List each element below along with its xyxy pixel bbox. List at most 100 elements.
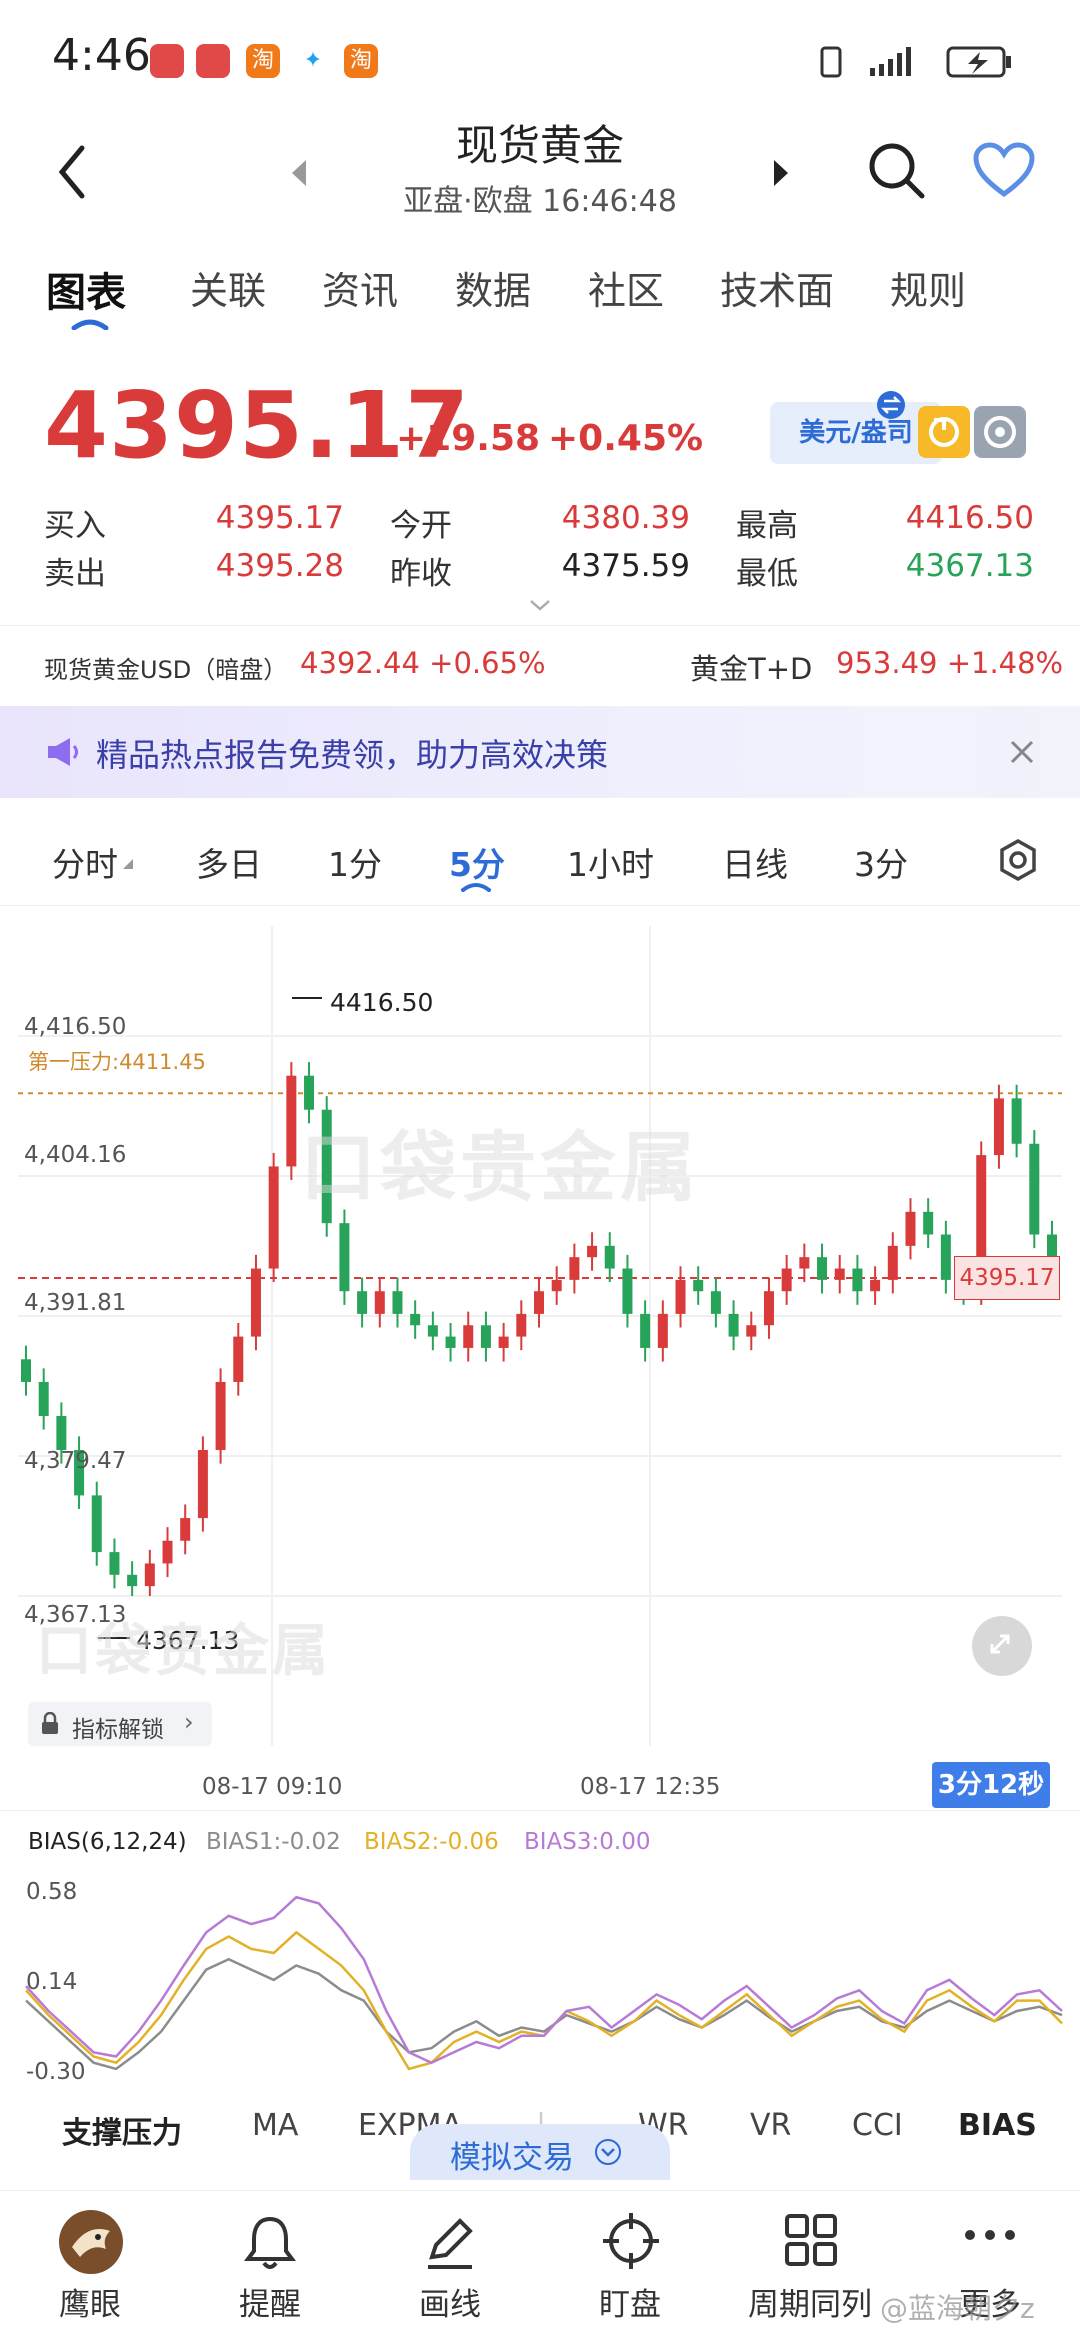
nav-draw-line[interactable]: 画线	[360, 2191, 540, 2331]
candle-body	[763, 1291, 774, 1326]
nav-alert[interactable]: 提醒	[180, 2191, 360, 2331]
taobao-icon: 淘	[246, 44, 280, 78]
candle-body	[640, 1313, 651, 1348]
candle-body	[534, 1291, 544, 1314]
search-icon[interactable]	[866, 140, 926, 200]
ind-tab-bias[interactable]: BIAS	[958, 2108, 1037, 2143]
candle-body	[463, 1325, 474, 1348]
expand-chevron-icon[interactable]	[528, 598, 552, 612]
dropdown-corner-icon	[123, 859, 133, 869]
ind-tab-cci[interactable]: CCI	[852, 2108, 903, 2143]
candle-body	[905, 1211, 916, 1246]
tab-community[interactable]: 社区	[588, 260, 664, 315]
countdown-badge: 3分12秒	[932, 1762, 1050, 1808]
period-3min[interactable]: 3分	[854, 838, 908, 886]
y-axis-label: 4,416.50	[24, 1014, 127, 1040]
taobao-icon: 淘	[344, 44, 378, 78]
candle-body	[268, 1166, 279, 1269]
prev-close-value: 4375.59	[561, 548, 690, 584]
candle-body	[728, 1313, 739, 1337]
bias2-line	[25, 1930, 1063, 2071]
tab-active-indicator	[71, 319, 109, 330]
y-axis-label: 4,404.16	[24, 1142, 127, 1168]
period-timeshare[interactable]: 分时	[52, 838, 118, 886]
candle-body	[180, 1518, 191, 1541]
sim-trade-button[interactable]: 模拟交易	[410, 2124, 670, 2180]
favorite-heart-icon[interactable]	[972, 142, 1036, 198]
tab-related[interactable]: 关联	[190, 260, 266, 315]
td-value: 953.49 +1.48%	[836, 646, 1064, 680]
bell-icon	[244, 2216, 296, 2269]
ask-label: 卖出	[44, 556, 106, 592]
period-daily[interactable]: 日线	[722, 838, 788, 886]
candle-body	[870, 1279, 881, 1292]
nav-watch[interactable]: 盯盘	[540, 2191, 720, 2331]
candle-body	[604, 1245, 615, 1269]
resistance-label: 第一压力:4411.45	[28, 1050, 206, 1074]
candle-body	[693, 1279, 704, 1292]
period-5min[interactable]: 5分	[449, 838, 505, 886]
nav-period-compare[interactable]: 周期同列	[720, 2191, 900, 2331]
candle-body	[675, 1279, 686, 1314]
candle-body	[109, 1552, 120, 1575]
candle-body	[374, 1291, 385, 1314]
candle-body	[304, 1075, 315, 1110]
tab-rules[interactable]: 规则	[890, 260, 966, 315]
dark-market-label: 现货黄金USD（暗盘）	[44, 656, 288, 684]
candle-body	[250, 1268, 261, 1337]
candle-body	[445, 1336, 456, 1348]
close-icon[interactable]	[1008, 738, 1036, 766]
high-label: 最高	[736, 508, 798, 544]
nav-eagle-eye[interactable]: 鹰眼	[0, 2191, 180, 2331]
high-value: 4416.50	[905, 500, 1034, 536]
nav-label: 周期同列	[748, 2287, 872, 2323]
candle-body	[427, 1325, 438, 1337]
candle-body	[144, 1563, 155, 1587]
refresh-icon[interactable]	[918, 406, 970, 458]
tab-technical[interactable]: 技术面	[720, 260, 834, 315]
next-item-icon[interactable]	[772, 158, 792, 188]
ind-tab-vr[interactable]: VR	[750, 2108, 791, 2143]
bias3-line	[25, 1895, 1063, 2065]
currency-unit-button[interactable]: 美元/盎司	[770, 402, 942, 464]
candle-body	[21, 1359, 31, 1382]
chart-settings-icon[interactable]	[996, 838, 1040, 882]
candle-body	[569, 1257, 580, 1280]
more-dots-icon	[965, 2230, 1015, 2240]
candle-body	[127, 1574, 138, 1587]
candle-body	[392, 1291, 403, 1314]
dark-market-value: 4392.44 +0.65%	[300, 646, 546, 680]
status-bar: 4:46 淘 ✦ 淘	[0, 0, 1080, 120]
promo-banner[interactable]: 精品热点报告免费领，助力高效决策	[0, 706, 1080, 798]
expand-icon	[990, 1634, 1010, 1654]
tab-data[interactable]: 数据	[455, 260, 531, 315]
candle-body	[940, 1234, 951, 1280]
dark-market-row[interactable]: 现货黄金USD（暗盘） 4392.44 +0.65% 黄金T+D 953.49 …	[0, 625, 1080, 705]
period-1min[interactable]: 1分	[328, 838, 382, 886]
candle-body	[197, 1450, 208, 1519]
period-1hour[interactable]: 1小时	[567, 838, 654, 886]
unlock-indicator-button[interactable]: 指标解锁 ›	[28, 1702, 212, 1746]
ind-tab-support[interactable]: 支撑压力	[62, 2108, 182, 2152]
target-icon[interactable]	[974, 406, 1026, 458]
candle-body	[993, 1098, 1004, 1156]
nav-label: 画线	[419, 2287, 481, 2323]
eagle-icon	[59, 2210, 123, 2274]
fullscreen-button[interactable]	[972, 1616, 1032, 1676]
period-multiday[interactable]: 多日	[196, 838, 262, 886]
open-value: 4380.39	[561, 500, 690, 536]
low-value: 4367.13	[905, 548, 1034, 584]
candle-body	[162, 1540, 173, 1564]
x-axis-label: 08-17 12:35	[580, 1774, 721, 1800]
candle-body	[887, 1245, 898, 1280]
tab-chart[interactable]: 图表	[46, 260, 126, 318]
sim-trade-label: 模拟交易	[450, 2140, 574, 2176]
bias-indicator[interactable]: BIAS(6,12,24) BIAS1:-0.02 BIAS2:-0.06 BI…	[0, 1810, 1080, 2090]
ind-tab-ma[interactable]: MA	[252, 2108, 298, 2143]
candlestick-chart[interactable]: 4,416.50 第一压力:4411.45 4,404.16 4,391.81 …	[0, 905, 1080, 1808]
nav-label: 盯盘	[599, 2287, 661, 2323]
price-change: +19.58	[396, 418, 541, 459]
candle-body	[480, 1325, 491, 1348]
nav-label: 鹰眼	[59, 2287, 121, 2323]
tab-news[interactable]: 资讯	[322, 260, 398, 315]
